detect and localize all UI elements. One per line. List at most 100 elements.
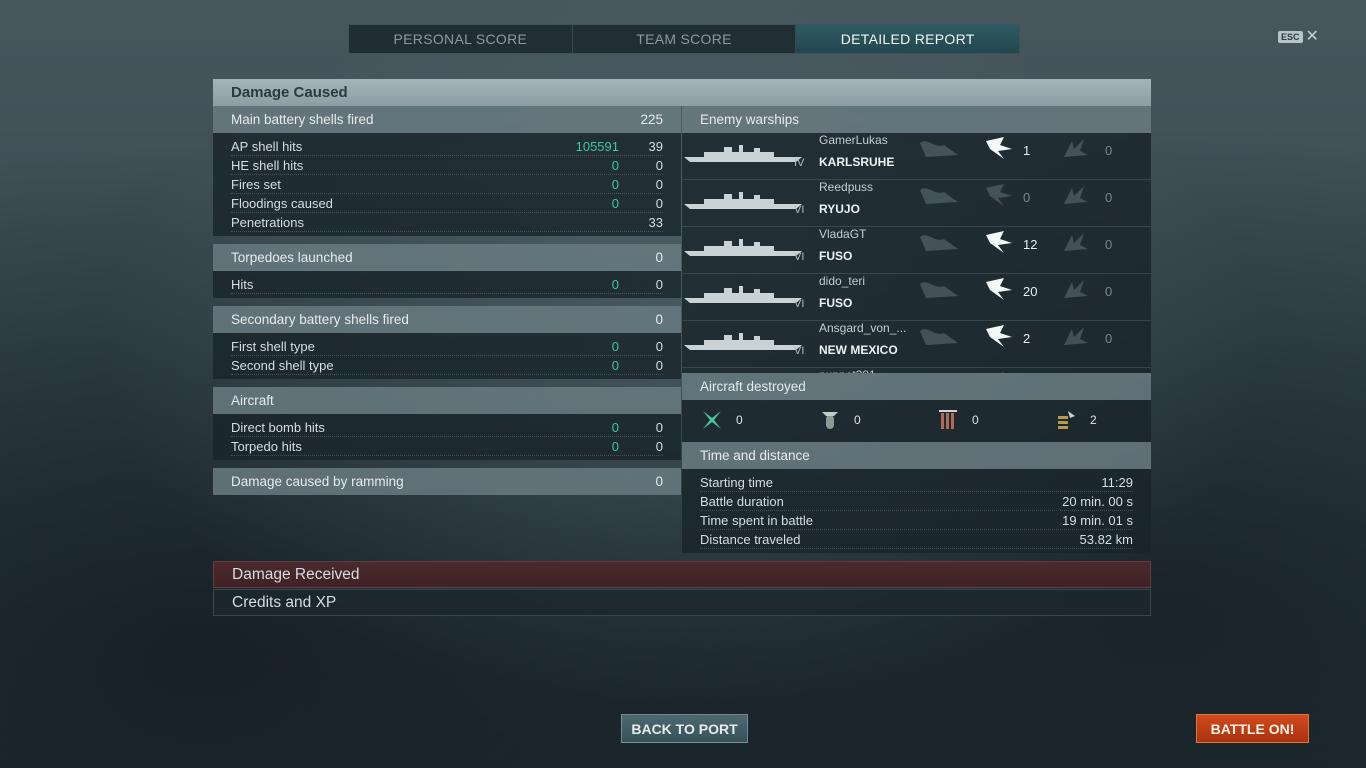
stat-label: Battle duration xyxy=(700,493,784,509)
stat-label: Starting time xyxy=(700,474,773,490)
shell-hit-count: 20 xyxy=(1023,284,1038,299)
back-to-port-button[interactable]: BACK TO PORT xyxy=(621,714,748,743)
smoke-icon xyxy=(918,182,962,208)
ship-tier: VI xyxy=(794,204,805,216)
enemy-warships-list[interactable]: IV GamerLukas KARLSRUHE 1 0 VI Reedpuss RYUJO 0 0… xyxy=(682,133,1151,373)
time-distance-header: Time and distance xyxy=(682,442,1151,469)
ship-name: KARLSRUHE xyxy=(819,155,895,169)
fire-hit-icon xyxy=(1060,276,1090,302)
stat-row: Second shell type 0 0 xyxy=(231,356,663,375)
aircraft-destroyed-item: 0 xyxy=(936,406,979,434)
secondary-value: 0 xyxy=(655,312,663,327)
player-name: Ansgard_von_... xyxy=(819,321,907,335)
main-battery-details: AP shell hits 105591 39 HE shell hits 0 0 Fi… xyxy=(213,133,681,236)
fire-hit-icon xyxy=(1060,229,1090,255)
ship-silhouette-icon xyxy=(684,331,802,351)
enemy-ship-row: puppet381 xyxy=(682,368,1151,373)
aircraft-destroyed-item: 0 xyxy=(700,406,743,434)
stat-row: AP shell hits 105591 39 xyxy=(231,137,663,156)
damage-caused-panel: Damage Caused Main battery shells fired … xyxy=(213,79,1151,560)
shell-hit-count: 12 xyxy=(1023,237,1038,252)
aircraft-destroyed-count: 0 xyxy=(972,413,979,427)
stat-label: Fires set xyxy=(231,176,281,192)
ship-silhouette-icon xyxy=(684,190,802,210)
player-name: VladaGT xyxy=(819,227,867,241)
close-icon: ✕ xyxy=(1305,28,1319,45)
ship-tier: IV xyxy=(794,157,805,169)
stat-label: Distance traveled xyxy=(700,531,801,547)
stat-value: 0 xyxy=(655,357,663,373)
stat-label: Hits xyxy=(231,276,254,292)
fighter-icon xyxy=(703,411,721,429)
main-battery-label: Main battery shells fired xyxy=(231,112,374,127)
ship-tier: VI xyxy=(794,345,805,357)
stat-value: 39 xyxy=(648,138,663,154)
stat-label: Torpedo hits xyxy=(231,438,302,454)
aircraft-header: Aircraft xyxy=(213,387,681,414)
damage-caused-stats: Main battery shells fired 225 AP shell h… xyxy=(213,106,681,495)
stat-value: 0 xyxy=(655,338,663,354)
esc-close-button[interactable]: ESC ✕ xyxy=(1278,28,1319,45)
shell-hit-count: 2 xyxy=(1023,331,1031,346)
enemy-ship-row: VI dido_teri FUSO 20 0 xyxy=(682,274,1151,321)
torpedoes-header: Torpedoes launched 0 xyxy=(213,244,681,271)
fire-hit-count: 0 xyxy=(1105,284,1113,299)
torpedoes-label: Torpedoes launched xyxy=(231,250,353,265)
secondary-header: Secondary battery shells fired 0 xyxy=(213,306,681,333)
stat-damage: 0 xyxy=(611,438,619,454)
battle-on-button[interactable]: BATTLE ON! xyxy=(1196,714,1309,743)
ship-silhouette-icon xyxy=(684,143,802,163)
player-name: puppet381 xyxy=(819,368,876,373)
fire-hit-count: 0 xyxy=(1105,143,1113,158)
tab-team-score[interactable]: TEAM SCORE xyxy=(573,25,797,53)
stat-damage: 0 xyxy=(611,419,619,435)
enemy-warships-label: Enemy warships xyxy=(700,112,800,127)
ramming-value: 0 xyxy=(655,474,663,489)
stat-value: 0 xyxy=(655,276,663,292)
stat-damage: 0 xyxy=(611,338,619,354)
stat-value: 53.82 km xyxy=(1079,531,1133,547)
player-name: dido_teri xyxy=(819,274,866,288)
stat-label: AP shell hits xyxy=(231,138,303,154)
esc-key-label: ESC xyxy=(1278,31,1303,43)
stat-row: Distance traveled 53.82 km xyxy=(700,530,1133,549)
bomber-icon xyxy=(822,412,838,429)
shell-hit-icon xyxy=(984,370,1014,373)
ship-silhouette-icon xyxy=(684,284,802,304)
aircraft-details: Direct bomb hits 0 0 Torpedo hits 0 0 xyxy=(213,414,681,460)
enemy-info: Enemy warships IV GamerLukas KARLSRUHE 1 0 VI… xyxy=(682,106,1151,553)
stat-damage: 105591 xyxy=(575,138,619,154)
tab-detailed-report[interactable]: DETAILED REPORT xyxy=(796,25,1020,53)
ship-tier: VI xyxy=(794,298,805,310)
smoke-icon xyxy=(918,323,962,349)
report-tabs: PERSONAL SCORE TEAM SCORE DETAILED REPOR… xyxy=(348,24,1020,54)
fire-hit-icon xyxy=(1060,182,1090,208)
enemy-ship-row: VI Ansgard_von_... NEW MEXICO 2 0 xyxy=(682,321,1151,368)
ship-name: NEW MEXICO xyxy=(819,343,898,357)
damage-caused-header[interactable]: Damage Caused xyxy=(213,79,1151,106)
aircraft-destroyed-count: 0 xyxy=(854,413,861,427)
stat-value: 19 min. 01 s xyxy=(1062,512,1133,528)
enemy-warships-header: Enemy warships xyxy=(682,106,1151,133)
tab-personal-score[interactable]: PERSONAL SCORE xyxy=(349,25,573,53)
main-battery-value: 225 xyxy=(640,112,663,127)
torpedoes-value: 0 xyxy=(655,250,663,265)
torpedo-bomber-icon xyxy=(939,410,957,429)
aircraft-destroyed-label: Aircraft destroyed xyxy=(700,379,806,394)
stat-row: Penetrations 33 xyxy=(231,213,663,232)
stat-row: HE shell hits 0 0 xyxy=(231,156,663,175)
stat-row: Starting time 11:29 xyxy=(700,473,1133,492)
stat-label: First shell type xyxy=(231,338,315,354)
stat-value: 0 xyxy=(655,157,663,173)
credits-xp-section[interactable]: Credits and XP xyxy=(213,589,1151,616)
player-name: GamerLukas xyxy=(819,133,888,147)
dive-bomber-icon xyxy=(1058,411,1075,429)
stat-row: First shell type 0 0 xyxy=(231,337,663,356)
torpedoes-details: Hits 0 0 xyxy=(213,271,681,298)
secondary-details: First shell type 0 0 Second shell type 0 0 xyxy=(213,333,681,379)
stat-value: 0 xyxy=(655,195,663,211)
stat-row: Floodings caused 0 0 xyxy=(231,194,663,213)
shell-hit-icon xyxy=(984,135,1014,161)
stat-row: Fires set 0 0 xyxy=(231,175,663,194)
damage-received-section[interactable]: Damage Received xyxy=(213,561,1151,588)
